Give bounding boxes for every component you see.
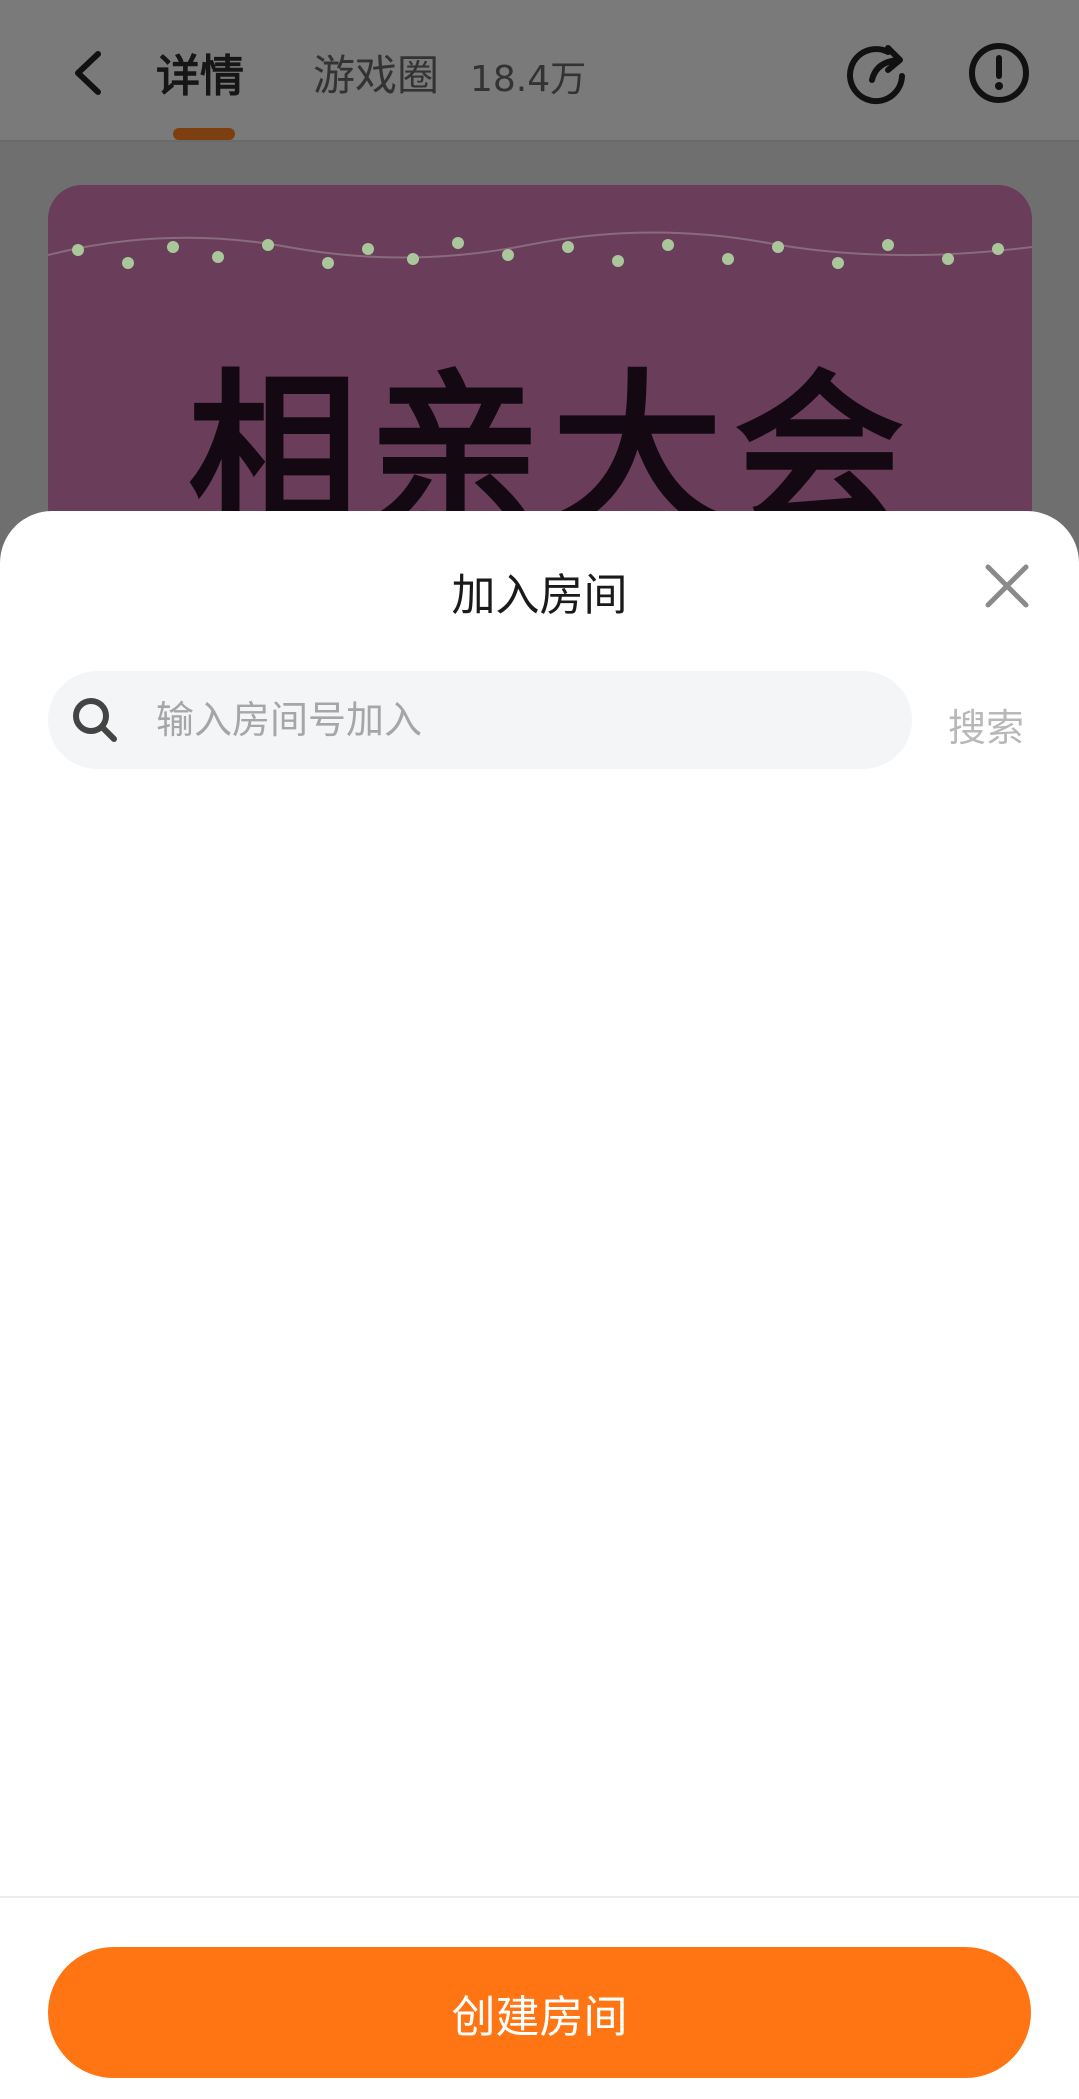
tab-detail[interactable]: 详情 [156,40,244,104]
search-button[interactable]: 搜索 [948,697,1024,752]
join-room-sheet: 加入房间 搜索 创建房间 [0,511,1079,2099]
search-icon [73,698,117,742]
active-tab-indicator [173,128,235,140]
create-room-button[interactable]: 创建房间 [48,1947,1031,2078]
string-lights-decoration [48,231,1032,269]
sheet-title: 加入房间 [451,570,628,621]
top-navigation-bar: 详情 游戏圈 18.4万 [0,0,1079,142]
tab-game-circle[interactable]: 游戏圈 [313,42,439,103]
event-banner[interactable]: 相亲大会 [48,185,1032,545]
share-icon [847,45,905,104]
share-button[interactable] [842,38,912,108]
report-button[interactable] [964,38,1034,108]
chevron-left-icon [75,51,101,95]
create-room-label: 创建房间 [451,1991,628,2043]
room-number-input[interactable] [156,671,886,769]
search-box [48,671,912,769]
close-icon [985,564,1029,608]
game-circle-count: 18.4万 [470,59,587,100]
exclamation-circle-icon [969,43,1029,103]
page: 详情 游戏圈 18.4万 相亲大会 加入房间 输入房间号加入 搜索 创建房间 [0,0,1079,2099]
back-button[interactable] [60,38,116,108]
footer-divider [0,1896,1079,1898]
close-button[interactable] [982,561,1032,611]
